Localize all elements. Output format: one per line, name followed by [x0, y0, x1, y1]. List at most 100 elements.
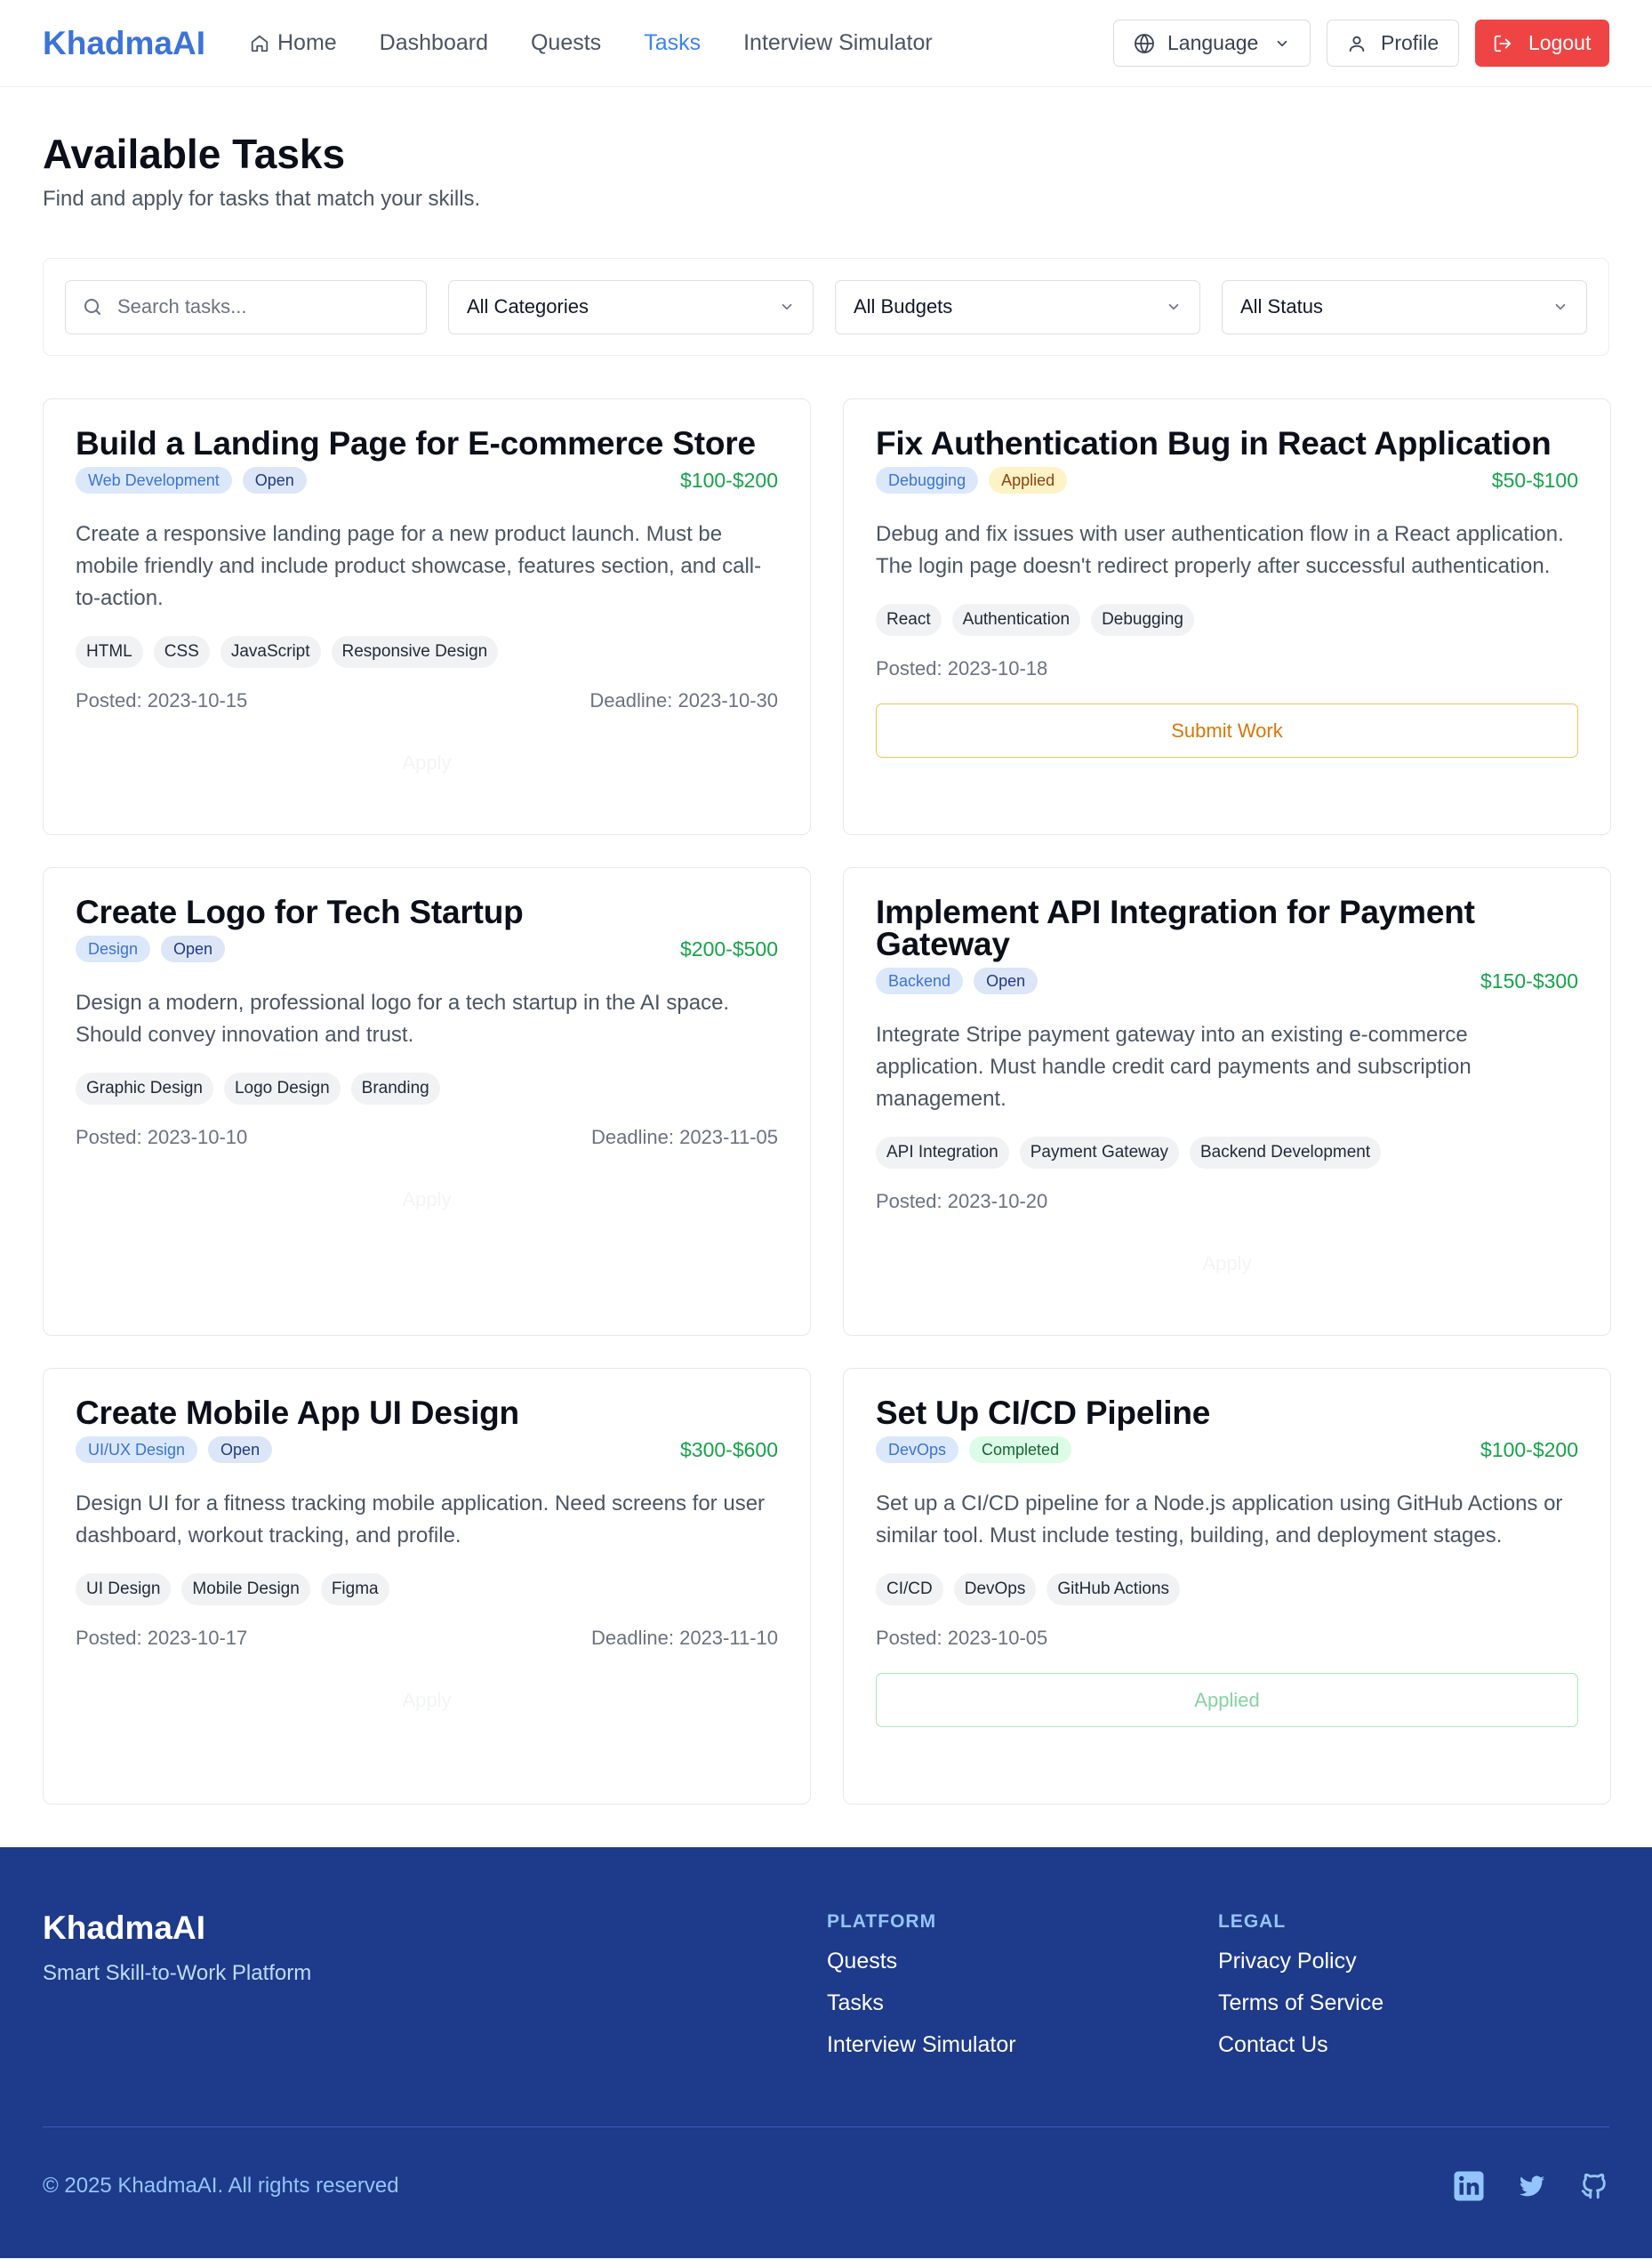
nav-link-tasks[interactable]: Tasks	[644, 30, 701, 56]
footer-legal-heading: LEGAL	[1217, 1911, 1287, 1932]
task-meta: Web Development Open $100-$200	[76, 467, 778, 494]
profile-label: Profile	[1381, 31, 1439, 54]
task-title: Implement API Integration for Payment Ga…	[876, 894, 1475, 962]
copyright-text: © 2025 KhadmaAI. All rights reserved	[43, 2174, 399, 2198]
logout-icon	[1494, 35, 1512, 52]
footer-top: KhadmaAI Smart Skill-to-Work Platform PL…	[43, 1909, 1609, 2114]
skill-tag: UI Design	[76, 1573, 172, 1605]
skill-tag: JavaScript	[220, 636, 321, 668]
task-dates: Posted: 2023-10-17 Deadline: 2023-11-10	[76, 1627, 778, 1650]
task-dates: Posted: 2023-10-05	[876, 1627, 1578, 1650]
task-budget: $100-$200	[1480, 1437, 1578, 1461]
skill-tags: CI/CD DevOps GitHub Actions	[876, 1573, 1578, 1605]
task-budget: $100-$200	[680, 468, 778, 492]
user-icon	[1349, 36, 1365, 52]
language-dropdown[interactable]: Language	[1113, 20, 1311, 67]
language-label: Language	[1167, 31, 1259, 54]
footer-link-interview-simulator[interactable]: Interview Simulator	[827, 2032, 1218, 2058]
github-icon[interactable]	[1579, 2171, 1609, 2201]
chevron-down-icon	[782, 303, 792, 310]
posted-date: Posted: 2023-10-15	[76, 689, 248, 711]
task-title: Build a Landing Page for E-commerce Stor…	[76, 425, 756, 462]
footer-brand: KhadmaAI Smart Skill-to-Work Platform	[43, 1909, 827, 2114]
nav-links: Home Dashboard Quests Tasks Interview Si…	[250, 30, 975, 56]
skill-tag: DevOps	[953, 1573, 1037, 1605]
brand-logo[interactable]: KhadmaAI	[43, 25, 205, 62]
task-title: Set Up CI/CD Pipeline	[876, 1395, 1211, 1431]
skill-tags: HTML CSS JavaScript Responsive Design	[76, 636, 778, 668]
footer-legal-column: LEGAL Privacy Policy Terms of Service Co…	[1218, 1909, 1609, 2114]
footer-link-contact-us[interactable]: Contact Us	[1218, 2032, 1609, 2058]
twitter-icon[interactable]	[1517, 2171, 1547, 2201]
posted-date: Posted: 2023-10-10	[76, 1126, 248, 1148]
chevron-down-icon	[1277, 40, 1287, 46]
apply-button[interactable]: Apply	[76, 1172, 778, 1226]
budget-select[interactable]: All Budgets	[835, 279, 1200, 334]
task-budget: $150-$300	[1480, 969, 1578, 993]
category-badge: Debugging	[876, 467, 979, 494]
footer-link-tasks[interactable]: Tasks	[827, 1990, 1218, 2016]
status-badge: Applied	[989, 467, 1068, 494]
task-budget: $50-$100	[1491, 468, 1578, 492]
skill-tag: Mobile Design	[181, 1573, 310, 1605]
task-dates: Posted: 2023-10-18	[876, 657, 1578, 680]
status-badge: Open	[161, 936, 226, 962]
status-badge: Open	[208, 1436, 273, 1463]
skill-tag: Branding	[350, 1073, 440, 1105]
nav-link-home[interactable]: Home	[250, 30, 337, 56]
task-title: Fix Authentication Bug in React Applicat…	[876, 425, 1552, 462]
nav-actions: Language Profile Logout	[1097, 20, 1609, 67]
home-icon	[251, 35, 269, 52]
posted-date: Posted: 2023-10-05	[876, 1627, 1048, 1649]
submit-work-button[interactable]: Submit Work	[876, 703, 1578, 758]
linkedin-icon[interactable]	[1453, 2170, 1485, 2202]
skill-tag: HTML	[76, 636, 143, 668]
task-description: Design UI for a fitness tracking mobile …	[76, 1491, 766, 1548]
skill-tags: React Authentication Debugging	[876, 604, 1578, 636]
skill-tag: Payment Gateway	[1019, 1137, 1179, 1169]
skill-tag: Logo Design	[223, 1073, 341, 1105]
skill-tags: API Integration Payment Gateway Backend …	[876, 1137, 1578, 1169]
category-badge: UI/UX Design	[76, 1436, 198, 1463]
skill-tag: Backend Development	[1189, 1137, 1382, 1169]
skill-tag: CI/CD	[876, 1573, 943, 1605]
deadline-date: Deadline: 2023-11-05	[591, 1126, 778, 1148]
nav-link-quests[interactable]: Quests	[531, 30, 601, 56]
footer-link-terms-of-service[interactable]: Terms of Service	[1218, 1990, 1609, 2016]
nav-link-dashboard[interactable]: Dashboard	[380, 30, 488, 56]
task-grid: Build a Landing Page for E-commerce Stor…	[43, 398, 1611, 1805]
status-select-value: All Status	[1240, 295, 1323, 318]
task-card: Create Mobile App UI Design UI/UX Design…	[43, 1368, 811, 1805]
top-navbar: KhadmaAI Home Dashboard Quests Tasks Int…	[0, 0, 1652, 87]
search-input[interactable]	[117, 295, 410, 318]
task-budget: $300-$600	[680, 1437, 778, 1461]
chevron-down-icon	[1168, 303, 1179, 310]
nav-link-interview-simulator[interactable]: Interview Simulator	[743, 30, 933, 56]
search-field	[65, 279, 427, 334]
task-description: Debug and fix issues with user authentic…	[876, 522, 1564, 578]
skill-tags: UI Design Mobile Design Figma	[76, 1573, 778, 1605]
skill-tag: React	[876, 604, 942, 636]
logout-label: Logout	[1528, 31, 1592, 54]
footer-platform-heading: PLATFORM	[826, 1911, 937, 1932]
profile-button[interactable]: Profile	[1327, 20, 1459, 67]
social-links	[1453, 2170, 1609, 2202]
skill-tag: Authentication	[951, 604, 1081, 636]
apply-button[interactable]: Apply	[76, 1673, 778, 1727]
status-badge: Open	[974, 968, 1039, 994]
task-title: Create Mobile App UI Design	[76, 1395, 519, 1431]
category-badge: Backend	[876, 968, 964, 994]
skill-tags: Graphic Design Logo Design Branding	[76, 1073, 778, 1105]
status-select[interactable]: All Status	[1222, 279, 1587, 334]
footer-link-privacy-policy[interactable]: Privacy Policy	[1218, 1949, 1609, 1974]
apply-button[interactable]: Apply	[876, 1236, 1578, 1290]
footer-link-quests[interactable]: Quests	[827, 1949, 1218, 1974]
task-card: Implement API Integration for Payment Ga…	[843, 867, 1611, 1336]
category-select[interactable]: All Categories	[448, 279, 814, 334]
applied-button[interactable]: Applied	[876, 1673, 1578, 1727]
apply-button[interactable]: Apply	[76, 736, 778, 790]
filter-bar: All Categories All Budgets All Status	[43, 258, 1609, 356]
posted-date: Posted: 2023-10-18	[876, 657, 1048, 679]
task-dates: Posted: 2023-10-10 Deadline: 2023-11-05	[76, 1126, 778, 1149]
logout-button[interactable]: Logout	[1475, 20, 1609, 67]
